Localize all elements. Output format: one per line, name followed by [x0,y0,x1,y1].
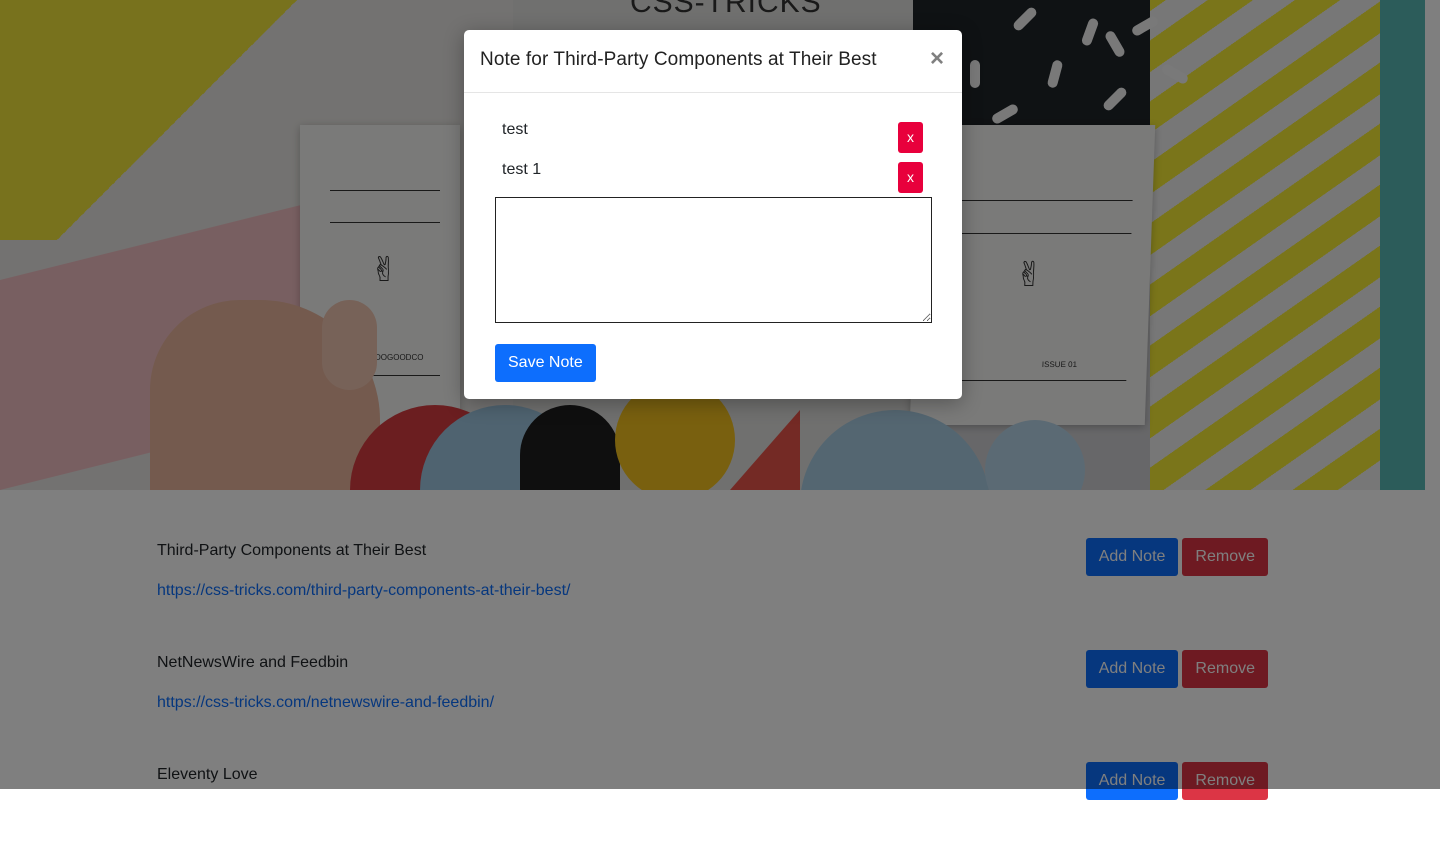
note-modal: Note for Third-Party Components at Their… [464,30,962,399]
note-text: test 1 [502,161,542,178]
note-item: test x [495,120,923,153]
save-note-button[interactable]: Save Note [495,344,596,382]
note-item: test 1 x [495,160,923,193]
new-note-textarea[interactable] [495,197,932,323]
delete-note-button[interactable]: x [898,162,923,193]
close-icon[interactable]: × [928,46,946,72]
note-text: test [502,121,528,138]
modal-title: Note for Third-Party Components at Their… [480,49,877,70]
delete-note-button[interactable]: x [898,122,923,153]
modal-header: Note for Third-Party Components at Their… [464,30,962,93]
